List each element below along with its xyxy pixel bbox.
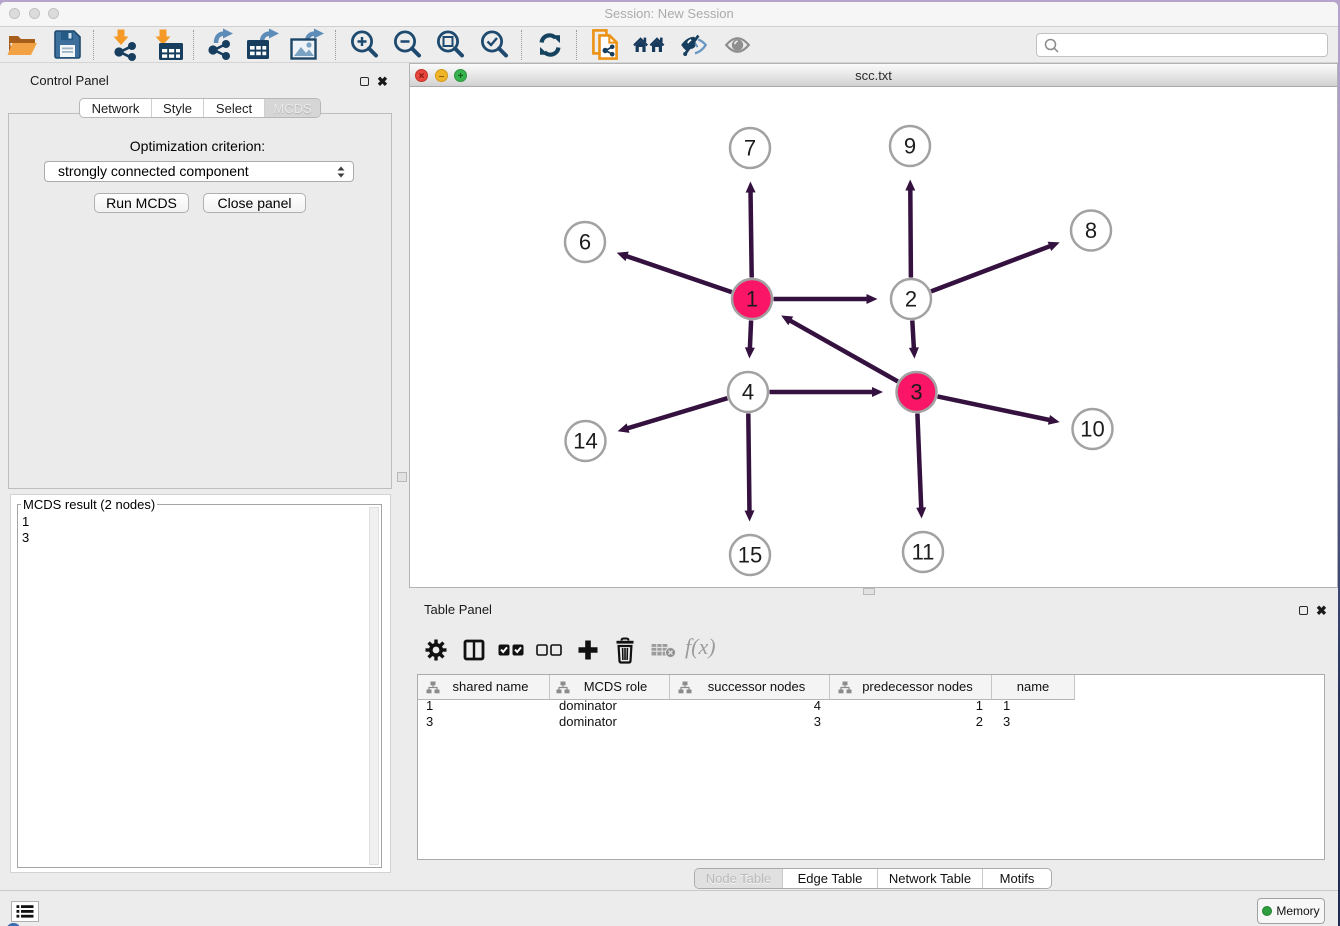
svg-text:3: 3 <box>910 380 922 405</box>
svg-text:7: 7 <box>744 136 756 161</box>
svg-text:8: 8 <box>1085 218 1097 243</box>
svg-text:10: 10 <box>1080 417 1104 442</box>
svg-text:15: 15 <box>738 543 762 568</box>
svg-text:14: 14 <box>573 429 597 454</box>
svg-text:2: 2 <box>905 287 917 312</box>
svg-text:4: 4 <box>742 380 754 405</box>
svg-text:11: 11 <box>912 540 935 565</box>
svg-text:6: 6 <box>579 230 591 255</box>
svg-text:1: 1 <box>746 287 758 312</box>
svg-text:9: 9 <box>904 134 916 159</box>
